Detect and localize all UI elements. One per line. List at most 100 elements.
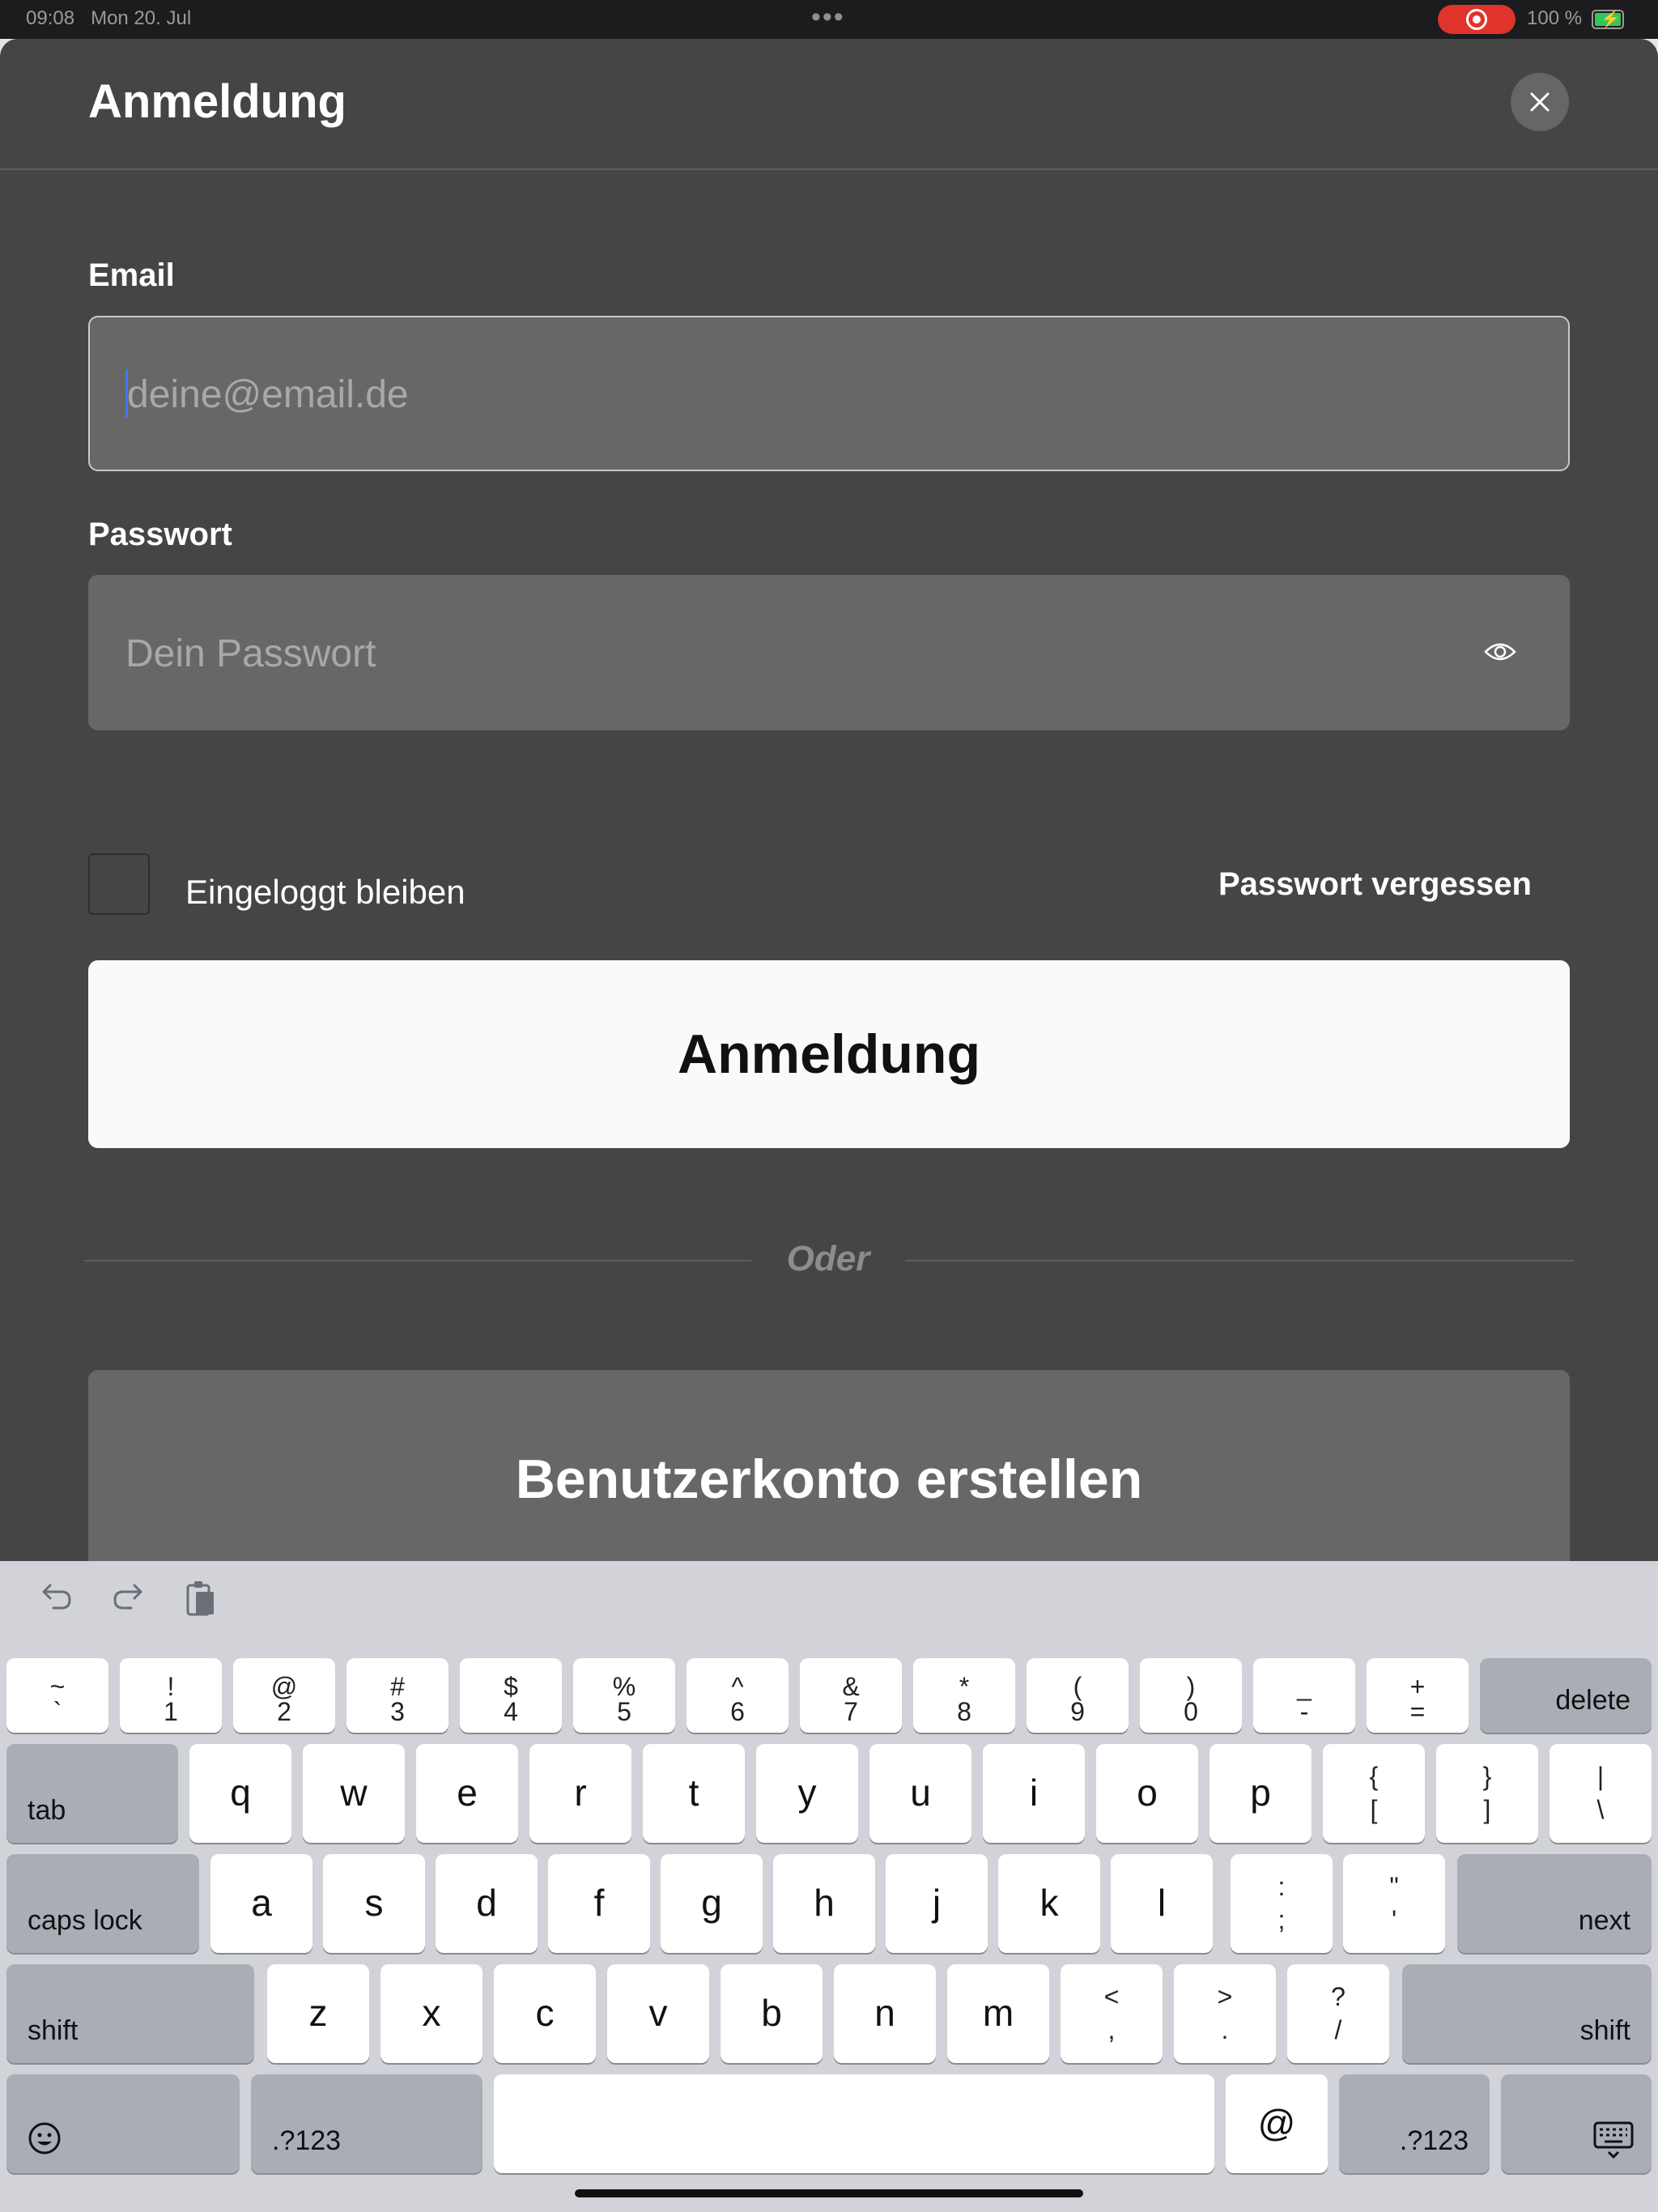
- key-7[interactable]: & 7: [800, 1658, 902, 1733]
- key-label: b: [761, 1992, 782, 2034]
- key-i[interactable]: i: [983, 1744, 1085, 1843]
- key-shift-right[interactable]: shift: [1402, 1964, 1652, 2063]
- key-label-bottom: 7: [844, 1696, 858, 1726]
- key-next[interactable]: next: [1457, 1854, 1652, 1953]
- key-label: e: [457, 1772, 478, 1814]
- sheet-header: Anmeldung: [0, 39, 1658, 170]
- forgot-password-link[interactable]: Passwort vergessen: [1218, 866, 1532, 903]
- key-n[interactable]: n: [834, 1964, 936, 2063]
- key-at[interactable]: @: [1226, 2074, 1328, 2173]
- key-label-bottom: 1: [164, 1696, 178, 1726]
- key-symbol-row4-3[interactable]: ? /: [1287, 1964, 1389, 2063]
- key-x[interactable]: x: [380, 1964, 483, 2063]
- key-s[interactable]: s: [323, 1854, 425, 1953]
- key-symbol-row3-2[interactable]: " ': [1343, 1854, 1445, 1953]
- key-label-top: ": [1389, 1871, 1399, 1901]
- key-6[interactable]: ^ 6: [687, 1658, 789, 1733]
- key-label-bottom: .: [1221, 2015, 1229, 2045]
- key-shift-left[interactable]: shift: [6, 1964, 254, 2063]
- key-8[interactable]: * 8: [913, 1658, 1015, 1733]
- password-field-box[interactable]: [88, 575, 1570, 732]
- email-field-box[interactable]: [88, 316, 1570, 471]
- key-label: a: [251, 1882, 272, 1924]
- key-w[interactable]: w: [303, 1744, 405, 1843]
- key-delete[interactable]: delete: [1480, 1658, 1652, 1733]
- key-tab[interactable]: tab: [6, 1744, 178, 1843]
- key-label: caps lock: [28, 1905, 142, 1936]
- key-u[interactable]: u: [869, 1744, 971, 1843]
- key-k[interactable]: k: [998, 1854, 1100, 1953]
- key-label-bottom: 4: [504, 1696, 518, 1726]
- key-symbol-2[interactable]: }]: [1436, 1744, 1538, 1843]
- key-0[interactable]: ) 0: [1140, 1658, 1242, 1733]
- key-9[interactable]: (9: [1027, 1658, 1129, 1733]
- email-input[interactable]: [125, 317, 1505, 471]
- emoji-icon: [28, 2122, 61, 2155]
- key-r[interactable]: r: [529, 1744, 631, 1843]
- key-label: k: [1039, 1882, 1059, 1924]
- key-1[interactable]: ! 1: [120, 1658, 222, 1733]
- key-symbol-1[interactable]: {[: [1323, 1744, 1425, 1843]
- key-symbol-row4-1[interactable]: <,: [1061, 1964, 1163, 2063]
- remember-me-checkbox[interactable]: [88, 853, 150, 915]
- key-label: shift: [28, 2015, 79, 2046]
- multitasking-dots-icon[interactable]: •••: [811, 2, 845, 33]
- key-hide-keyboard[interactable]: [1501, 2074, 1652, 2173]
- key-d[interactable]: d: [436, 1854, 538, 1953]
- key-label: y: [797, 1772, 817, 1814]
- key-symbol-3[interactable]: | \: [1550, 1744, 1652, 1843]
- key-t[interactable]: t: [643, 1744, 745, 1843]
- key-numbers-right[interactable]: .?123: [1339, 2074, 1490, 2173]
- screen-recording-indicator[interactable]: [1438, 5, 1516, 34]
- close-button[interactable]: [1511, 73, 1569, 131]
- key-label: .?123: [1399, 2125, 1469, 2156]
- key-y[interactable]: y: [756, 1744, 858, 1843]
- key-2[interactable]: @2: [233, 1658, 335, 1733]
- key-numbers-left[interactable]: .?123: [251, 2074, 483, 2173]
- key-e[interactable]: e: [416, 1744, 518, 1843]
- key-label: j: [932, 1882, 942, 1924]
- key-z[interactable]: z: [267, 1964, 369, 2063]
- key-`[interactable]: ~ `: [6, 1658, 108, 1733]
- key-a[interactable]: a: [210, 1854, 312, 1953]
- key-q[interactable]: q: [189, 1744, 291, 1843]
- key-symbol-row3-1[interactable]: :;: [1231, 1854, 1333, 1953]
- key-m[interactable]: m: [947, 1964, 1049, 2063]
- password-label: Passwort: [88, 517, 232, 552]
- key-label: c: [535, 1992, 555, 2034]
- key-space[interactable]: [494, 2074, 1214, 2173]
- key-p[interactable]: p: [1209, 1744, 1312, 1843]
- redo-icon[interactable]: [110, 1579, 146, 1614]
- key-caps-lock[interactable]: caps lock: [6, 1854, 199, 1953]
- email-label: Email: [88, 257, 175, 293]
- password-input[interactable]: [124, 575, 1503, 732]
- key-=[interactable]: + =: [1367, 1658, 1469, 1733]
- key-5[interactable]: % 5: [573, 1658, 675, 1733]
- divider-text: Oder: [786, 1239, 870, 1278]
- show-password-eye-icon[interactable]: [1484, 640, 1516, 664]
- key-c[interactable]: c: [494, 1964, 596, 2063]
- key-j[interactable]: j: [886, 1854, 988, 1953]
- key-symbol-row4-2[interactable]: >.: [1174, 1964, 1276, 2063]
- key-4[interactable]: $4: [460, 1658, 562, 1733]
- key-label-bottom: 5: [617, 1696, 631, 1726]
- key-label: t: [688, 1772, 699, 1814]
- key-label-bottom: 3: [390, 1696, 405, 1726]
- key--[interactable]: _ -: [1253, 1658, 1355, 1733]
- key-h[interactable]: h: [773, 1854, 875, 1953]
- key-g[interactable]: g: [661, 1854, 763, 1953]
- login-button[interactable]: Anmeldung: [88, 960, 1570, 1148]
- undo-icon[interactable]: [39, 1579, 74, 1614]
- key-o[interactable]: o: [1096, 1744, 1198, 1843]
- home-indicator[interactable]: [575, 2189, 1083, 2197]
- remember-me-label[interactable]: Eingeloggt bleiben: [185, 873, 466, 912]
- paste-icon[interactable]: [183, 1579, 219, 1618]
- key-emoji[interactable]: [6, 2074, 240, 2173]
- key-f[interactable]: f: [548, 1854, 650, 1953]
- key-l[interactable]: l: [1111, 1854, 1213, 1953]
- key-b[interactable]: b: [721, 1964, 823, 2063]
- key-3[interactable]: #3: [346, 1658, 449, 1733]
- key-label-top: |: [1596, 1761, 1605, 1791]
- key-v[interactable]: v: [607, 1964, 709, 2063]
- create-account-button[interactable]: Benutzerkonto erstellen: [88, 1370, 1570, 1561]
